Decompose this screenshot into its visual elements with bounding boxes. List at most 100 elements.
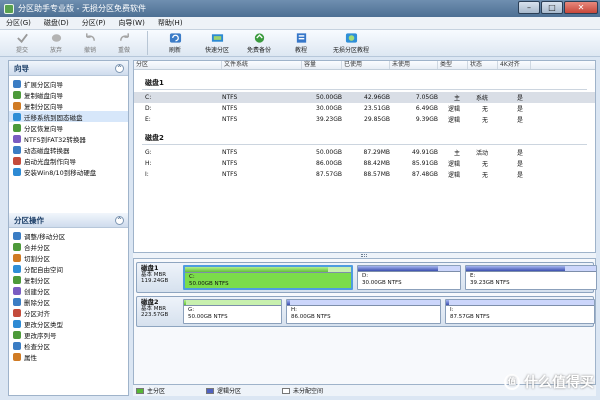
ops-item-icon — [13, 275, 21, 284]
ops-item[interactable]: 更改序列号 — [9, 329, 128, 340]
ops-item-label: 删除分区 — [24, 298, 50, 307]
collapse-icon[interactable]: ^ — [115, 216, 124, 225]
wizard-item-icon — [13, 167, 21, 176]
menu-help[interactable]: 帮助(H) — [158, 18, 183, 28]
table-row[interactable]: E: NTFS 39.23GB 29.85GB 9.39GB 逻辑 无 是 — [134, 114, 595, 125]
wizard-item-label: 动态磁盘转换器 — [24, 146, 70, 155]
lossless-tutorial-button[interactable]: 无损分区教程 — [322, 30, 380, 56]
free-backup-button[interactable]: 免费备份 — [238, 30, 280, 56]
ops-item[interactable]: 删除分区 — [9, 296, 128, 307]
column-header[interactable]: 已使用 — [342, 61, 390, 69]
column-header[interactable]: 状态 — [468, 61, 498, 69]
partition-block[interactable]: G: 50.00GB NTFS — [183, 299, 282, 324]
wizard-item[interactable]: 启动光盘制作向导 — [9, 155, 128, 166]
watermark-logo: 值 — [504, 374, 520, 390]
menu-disk[interactable]: 磁盘(D) — [44, 18, 69, 28]
disk-map-row[interactable]: 磁盘2 基本 MBR 223.57GB G: 50.00GB NTFS H: 86.00GB… — [136, 296, 595, 327]
partition-block[interactable]: I: 87.57GB NTFS — [445, 299, 595, 324]
wizard-item[interactable]: 复制分区向导 — [9, 100, 128, 111]
partition-block[interactable]: E: 39.23GB NTFS — [465, 265, 597, 290]
wizard-item[interactable]: NTFS到FAT32转换器 — [9, 133, 128, 144]
ops-item-icon — [13, 264, 21, 273]
undo-button[interactable]: 撤销 — [73, 30, 107, 56]
tutorial-button[interactable]: 教程 — [280, 30, 322, 56]
table-cell: E: — [145, 116, 151, 123]
wizard-item[interactable]: 分区恢复向导 — [9, 122, 128, 133]
disk-map-row[interactable]: 磁盘1 基本 MBR 119.24GB C: 50.00GB NTFS D: 30.00GB… — [136, 262, 597, 293]
partition-block[interactable]: C: 50.00GB NTFS — [183, 265, 353, 290]
menu-partition[interactable]: 分区(G) — [6, 18, 31, 28]
table-row[interactable]: C: NTFS 50.00GB 42.96GB 7.05GB 主 系统 是 — [134, 92, 595, 103]
column-header[interactable]: 文件系统 — [222, 61, 302, 69]
redo-button[interactable]: 重做 — [107, 30, 141, 56]
wizard-item-icon — [13, 90, 21, 99]
ops-item-label: 切割分区 — [24, 254, 50, 263]
ops-item-label: 创建分区 — [24, 287, 50, 296]
collapse-icon[interactable]: ^ — [115, 64, 124, 73]
ops-item-label: 复制分区 — [24, 276, 50, 285]
ops-item[interactable]: 分区对齐 — [9, 307, 128, 318]
refresh-button[interactable]: 刷新 — [154, 30, 196, 56]
redo-icon — [119, 33, 129, 41]
ops-item[interactable]: 属性 — [9, 351, 128, 362]
table-row[interactable]: I: NTFS 87.57GB 88.57MB 87.48GB 逻辑 无 是 — [134, 169, 595, 180]
table-row[interactable]: H: NTFS 86.00GB 88.42MB 85.91GB 逻辑 无 是 — [134, 158, 595, 169]
table-cell: 7.05GB — [415, 94, 438, 101]
column-header[interactable]: 未使用 — [390, 61, 438, 69]
column-header[interactable]: 分区 — [134, 61, 222, 69]
ops-item[interactable]: 创建分区 — [9, 285, 128, 296]
wizard-item[interactable]: 迁移系统到固态磁盘 — [9, 111, 128, 122]
legend-primary-swatch — [136, 387, 144, 394]
table-cell: 是 — [516, 172, 523, 179]
ops-item-label: 更改分区类型 — [24, 320, 63, 329]
partition-usage-bar — [185, 267, 351, 273]
table-cell: D: — [145, 105, 152, 112]
table-row[interactable]: G: NTFS 50.00GB 87.29MB 49.91GB 主 活动 是 — [134, 147, 595, 158]
window-title: 分区助手专业版 - 无损分区免费软件 — [18, 4, 146, 13]
partition-usage-bar — [184, 300, 281, 306]
wizard-item[interactable]: 安装Win8/10到移动硬盘 — [9, 166, 128, 177]
backup-icon — [254, 33, 264, 43]
minimize-button[interactable]: – — [518, 1, 540, 14]
ops-item[interactable]: 调整/移动分区 — [9, 230, 128, 241]
ops-item[interactable]: 分配自由空间 — [9, 263, 128, 274]
wizard-item-label: 启动光盘制作向导 — [24, 157, 76, 166]
ops-item-icon — [13, 253, 21, 262]
table-cell: NTFS — [222, 160, 238, 167]
partition-usage-bar — [358, 266, 460, 272]
partition-usage-fill — [287, 300, 291, 305]
ops-item[interactable]: 复制分区 — [9, 274, 128, 285]
ops-item-icon — [13, 242, 21, 251]
table-cell: 无 — [481, 117, 488, 124]
discard-icon — [51, 34, 61, 42]
wizard-item[interactable]: 扩展分区向导 — [9, 78, 128, 89]
submit-button[interactable]: 提交 — [5, 30, 39, 56]
table-header: 分区 文件系统 容量 已使用 未使用 类型 状态 4K对齐 — [134, 61, 595, 70]
discard-button[interactable]: 放弃 — [39, 30, 73, 56]
ops-item[interactable]: 检查分区 — [9, 340, 128, 351]
table-row[interactable]: D: NTFS 30.00GB 23.51GB 6.49GB 逻辑 无 是 — [134, 103, 595, 114]
quick-partition-button[interactable]: 快速分区 — [196, 30, 238, 56]
ops-item[interactable]: 更改分区类型 — [9, 318, 128, 329]
partition-block[interactable]: H: 86.00GB NTFS — [286, 299, 441, 324]
ops-item-icon — [13, 352, 21, 361]
partition-block[interactable]: D: 30.00GB NTFS — [357, 265, 461, 290]
menu-partition-2[interactable]: 分区(P) — [82, 18, 106, 28]
table-cell: C: — [145, 94, 152, 101]
column-header[interactable]: 容量 — [302, 61, 342, 69]
wizard-item[interactable]: 动态磁盘转换器 — [9, 144, 128, 155]
menu-wizard[interactable]: 向导(W) — [118, 18, 144, 28]
partition-text: C: 50.00GB NTFS — [189, 274, 229, 287]
ops-item[interactable]: 切割分区 — [9, 252, 128, 263]
column-header[interactable]: 类型 — [438, 61, 468, 69]
wizard-item[interactable]: 复制磁盘向导 — [9, 89, 128, 100]
table-cell: NTFS — [222, 94, 238, 101]
close-button[interactable]: ✕ — [564, 1, 598, 14]
maximize-button[interactable]: □ — [541, 1, 563, 14]
ops-panel-title: 分区操作 ^ — [9, 213, 128, 228]
wizard-item-icon — [13, 156, 21, 165]
column-header[interactable]: 4K对齐 — [498, 61, 531, 69]
table-cell: 是 — [516, 117, 523, 124]
ops-item[interactable]: 合并分区 — [9, 241, 128, 252]
table-cell: 30.00GB — [316, 105, 342, 112]
